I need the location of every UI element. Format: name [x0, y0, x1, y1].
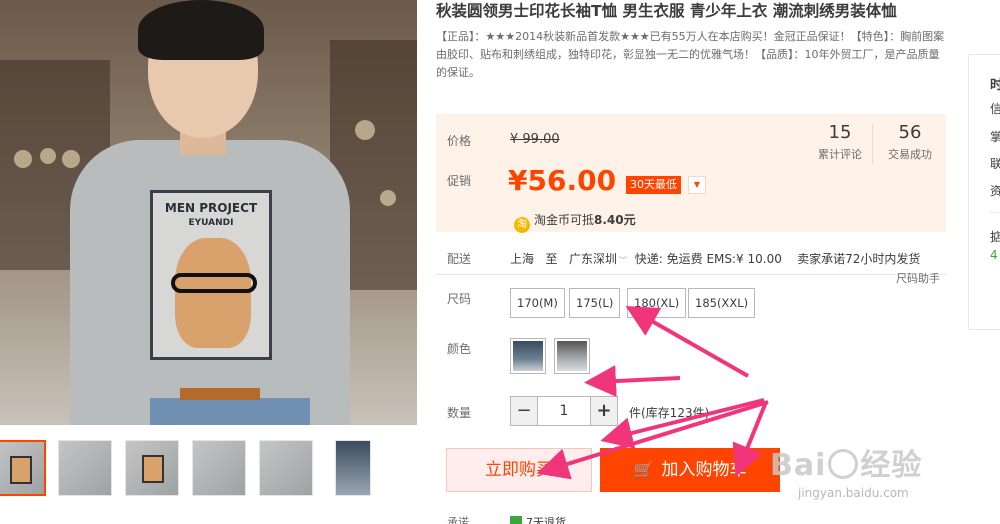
coin-offset: 淘淘金币可抵8.40元 [514, 211, 636, 233]
reviews-label: 累计评论 [818, 148, 862, 161]
chevron-down-icon[interactable]: ▼ [688, 176, 706, 194]
color-label: 颜色 [447, 342, 472, 356]
price-box: 价格 ¥ 99.00 促销 ¥56.00 30天最低 ▼ 15 累计评论 56 … [436, 114, 946, 233]
thumbnail-6[interactable] [335, 440, 371, 496]
product-title: 秋装圆领男士印花长袖T恤 男生衣服 青少年上衣 潮流刺绣男装体恤 [436, 2, 897, 20]
trades-stat[interactable]: 56 交易成功 [876, 122, 944, 162]
bokeh-light [355, 120, 375, 140]
color-swatch-2[interactable] [554, 338, 590, 374]
side-panel-text: 掂 [990, 230, 1000, 244]
trades-label: 交易成功 [888, 148, 932, 161]
promise-badge-text: 7天退货 [526, 516, 566, 524]
delivery-promise: 卖家承诺72小时内发货 [797, 252, 921, 266]
shirt-print: MEN PROJECT EYUANDI [150, 190, 272, 360]
cart-icon: 🛒 [633, 460, 654, 479]
thumbnail-2[interactable] [58, 440, 112, 496]
decrease-button[interactable]: − [510, 396, 538, 426]
quantity-stepper: − 1 + [510, 396, 618, 426]
bokeh-light [62, 150, 80, 168]
side-panel-text: 时 [990, 78, 1000, 93]
bokeh-light [14, 150, 32, 168]
promise-badge: 7天退货 [510, 514, 566, 524]
thumbnail-3[interactable] [125, 440, 179, 496]
size-option[interactable]: 175(L) [569, 288, 621, 318]
original-price: ¥ 99.00 [510, 132, 560, 147]
print-face-illustration [175, 238, 251, 348]
taobao-coin-icon: 淘 [514, 217, 530, 233]
increase-button[interactable]: + [590, 396, 618, 426]
stat-divider [872, 124, 873, 164]
model-jeans [150, 398, 310, 425]
side-panel-text: 掌 [990, 130, 1000, 144]
quantity-input[interactable]: 1 [538, 396, 590, 426]
shipping-fee: 快递: 免运费 EMS:¥ 10.00 [634, 252, 782, 266]
quantity-label: 数量 [447, 406, 472, 420]
product-subtitle: 【正品】：★★★2014秋装新品首发款★★★已有55万人在本店购买！金冠正品保证… [436, 30, 945, 79]
lowest-price-badge: 30天最低 [626, 176, 681, 194]
side-panel-text: 联 [990, 157, 1000, 171]
shipping-label: 配送 [447, 252, 472, 266]
coin-text: 淘金币可抵 [534, 213, 595, 227]
print-subtitle: EYUANDI [188, 218, 234, 228]
print-title: MEN PROJECT [164, 201, 258, 215]
promo-price: ¥56.00 [508, 164, 617, 197]
side-panel-text: 4 [990, 248, 998, 262]
ship-from: 上海 [510, 252, 535, 266]
print-glasses-illustration [171, 273, 257, 293]
size-helper-link[interactable]: 尺码助手 [896, 270, 940, 286]
divider [436, 274, 946, 275]
side-panel-text: 资 [990, 184, 1000, 198]
size-label: 尺码 [447, 292, 472, 306]
add-to-cart-button[interactable]: 🛒 加入购物车 [600, 448, 780, 492]
model-hair [138, 0, 264, 60]
stock-text: 件(库存123件) [629, 406, 710, 420]
model-belt [180, 388, 260, 400]
color-swatch-1[interactable] [510, 338, 546, 374]
trades-count: 56 [898, 122, 922, 143]
shipping-info: 上海 至 广东深圳 ﹀ 快递: 免运费 EMS:¥ 10.00 卖家承诺72小时内… [510, 250, 920, 267]
thumbnail-4[interactable] [192, 440, 246, 496]
check-icon [510, 516, 522, 524]
coin-amount: 8.40元 [594, 213, 636, 227]
price-label: 价格 [447, 134, 472, 148]
ship-to-word: 至 [545, 252, 558, 266]
side-divider [990, 212, 1000, 213]
chevron-down-icon[interactable]: ﹀ [619, 256, 627, 265]
main-product-photo[interactable]: MEN PROJECT EYUANDI [0, 0, 417, 425]
size-option[interactable]: 170(M) [510, 288, 565, 318]
thumbnail-strip [0, 440, 417, 498]
promo-label: 促销 [447, 174, 472, 188]
reviews-stat[interactable]: 15 累计评论 [806, 122, 874, 162]
buy-now-button[interactable]: 立即购买 [446, 448, 592, 492]
thumbnail-1[interactable] [0, 440, 46, 496]
add-to-cart-label: 加入购物车 [661, 460, 747, 480]
size-option[interactable]: 185(XXL) [688, 288, 756, 318]
bokeh-light [40, 148, 56, 164]
reviews-count: 15 [828, 122, 852, 143]
bokeh-light [380, 190, 396, 206]
product-details: 秋装圆领男士印花长袖T恤 男生衣服 青少年上衣 潮流刺绣男装体恤 【正品】：★★… [436, 0, 948, 524]
promise-label: 承诺 [447, 516, 469, 524]
product-page: MEN PROJECT EYUANDI 秋装圆领男士印花长袖T恤 男生衣服 青少… [0, 0, 1000, 524]
thumbnail-5[interactable] [259, 440, 313, 496]
ship-destination[interactable]: 广东深圳 [569, 252, 617, 266]
side-panel-text: 信 [990, 102, 1000, 116]
size-option[interactable]: 180(XL) [627, 288, 687, 318]
